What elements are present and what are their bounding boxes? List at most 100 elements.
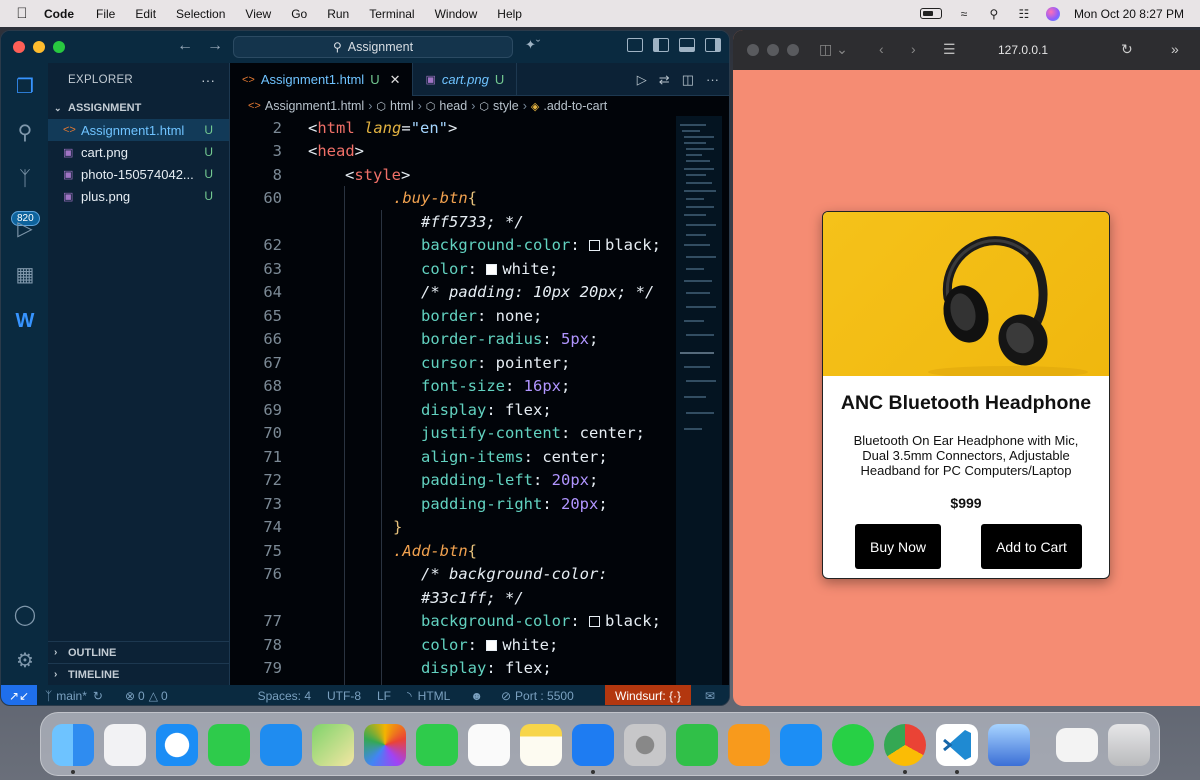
code-line[interactable]: 8 <style> [230, 163, 676, 187]
code-line[interactable]: #33c1ff; */ [230, 586, 676, 610]
menu-selection[interactable]: Selection [176, 7, 225, 21]
settings-gear-icon[interactable]: ⚙ [13, 649, 37, 673]
code-line[interactable]: 60 .buy-btn{ [230, 187, 676, 211]
minimize-window-button[interactable] [33, 41, 45, 53]
zoom-window-button[interactable] [787, 44, 799, 56]
launchpad-icon[interactable] [104, 724, 146, 766]
file-item-assignment1[interactable]: <> Assignment1.html U [48, 119, 229, 141]
split-editor-icon[interactable]: ◫ [682, 72, 694, 88]
code-line[interactable]: #ff5733; */ [230, 210, 676, 234]
address-bar[interactable]: 127.0.0.1 [933, 39, 1113, 61]
search-icon[interactable]: ⚲ [986, 8, 1002, 20]
code-line[interactable]: 67 cursor: pointer; [230, 351, 676, 375]
language-mode[interactable]: HTML [418, 689, 451, 703]
chrome-icon[interactable] [884, 724, 926, 766]
menu-help[interactable]: Help [497, 7, 522, 21]
close-tab-icon[interactable]: ✕ [390, 72, 401, 88]
error-count[interactable]: 0 [138, 689, 145, 703]
code-line[interactable]: 3 <head> [230, 140, 676, 164]
menu-run[interactable]: Run [327, 7, 349, 21]
pages-icon[interactable] [728, 724, 770, 766]
system-settings-icon[interactable] [624, 724, 666, 766]
minimap[interactable] [676, 116, 722, 685]
account-icon[interactable]: ◯ [13, 603, 37, 627]
app-store-icon[interactable] [780, 724, 822, 766]
windsurf-icon[interactable]: W [13, 309, 37, 333]
timeline-section[interactable]: › TIMELINE [48, 663, 230, 685]
notifications-icon[interactable]: ✉ [705, 689, 715, 703]
breadcrumb-item[interactable]: .add-to-cart [543, 99, 607, 113]
forward-arrow-icon[interactable]: › [911, 41, 916, 57]
vscode-icon[interactable] [936, 724, 978, 766]
file-item-cart[interactable]: ▣ cart.png U [48, 141, 229, 163]
code-line[interactable]: 62 background-color: black; [230, 234, 676, 258]
menu-go[interactable]: Go [291, 7, 307, 21]
eol-status[interactable]: LF [377, 689, 391, 703]
zoom-window-button[interactable] [53, 41, 65, 53]
code-line[interactable]: 73 padding-right: 20px; [230, 492, 676, 516]
encoding-status[interactable]: UTF-8 [327, 689, 361, 703]
reload-icon[interactable]: ↻ [1121, 41, 1133, 58]
workspace-section[interactable]: ⌄ ASSIGNMENT [48, 97, 229, 119]
forward-arrow-icon[interactable]: → [207, 37, 223, 55]
trash-icon[interactable] [1108, 724, 1150, 766]
more-actions-icon[interactable]: ··· [706, 72, 719, 88]
code-line[interactable]: 65 border: none; [230, 304, 676, 328]
wifi-icon[interactable]: ≈ [956, 8, 972, 20]
more-actions-icon[interactable]: ··· [201, 72, 215, 88]
sync-icon[interactable]: ↻ [93, 689, 103, 703]
menu-view[interactable]: View [245, 7, 271, 21]
close-window-button[interactable] [747, 44, 759, 56]
buy-now-button[interactable]: Buy Now [855, 524, 941, 569]
add-to-cart-button[interactable]: Add to Cart [981, 524, 1082, 569]
photos-icon[interactable] [364, 724, 406, 766]
file-item-plus[interactable]: ▣ plus.png U [48, 185, 229, 207]
sidebar-icon[interactable]: ◫ ⌄ [819, 41, 848, 58]
battery-icon[interactable] [919, 8, 942, 19]
branch-name[interactable]: main* [56, 689, 87, 703]
warning-count[interactable]: 0 [161, 689, 168, 703]
keynote-icon[interactable] [572, 724, 614, 766]
code-line[interactable]: 78 color: white; [230, 633, 676, 657]
code-line[interactable]: 75 .Add-btn{ [230, 539, 676, 563]
run-icon[interactable]: ▷ [637, 72, 647, 88]
code-line[interactable]: 76/* background-color: [230, 563, 676, 587]
code-line[interactable]: 66 border-radius: 5px; [230, 328, 676, 352]
code-line[interactable]: 71 align-items: center; [230, 445, 676, 469]
code-line[interactable]: 64/* padding: 10px 20px; */ [230, 281, 676, 305]
code-line[interactable]: 68 font-size: 16px; [230, 375, 676, 399]
menu-app-name[interactable]: Code [44, 7, 74, 21]
code-line[interactable]: 74} [230, 516, 676, 540]
preview-icon[interactable] [988, 724, 1030, 766]
breadcrumb-item[interactable]: style [493, 99, 519, 113]
toggle-panel-icon[interactable] [679, 38, 695, 52]
outline-section[interactable]: › OUTLINE [48, 641, 230, 663]
maps-icon[interactable] [312, 724, 354, 766]
breadcrumb-item[interactable]: Assignment1.html [265, 99, 364, 113]
color-swatch[interactable] [486, 639, 498, 651]
code-line[interactable]: 69 display: flex; [230, 398, 676, 422]
toggle-primary-sidebar-icon[interactable] [653, 38, 669, 52]
code-line[interactable]: 2 <html lang="en"> [230, 116, 676, 140]
code-line[interactable]: 72 padding-left: 20px; [230, 469, 676, 493]
customize-layout-icon[interactable] [627, 38, 643, 52]
menu-file[interactable]: File [96, 7, 115, 21]
facetime-icon[interactable] [416, 724, 458, 766]
back-arrow-icon[interactable]: ← [177, 37, 193, 55]
search-icon[interactable]: ⚲ [13, 121, 37, 145]
code-line[interactable]: 63 color: white; [230, 257, 676, 281]
numbers-icon[interactable] [676, 724, 718, 766]
clock[interactable]: Mon Oct 20 8:27 PM [1074, 7, 1184, 21]
breadcrumb-item[interactable]: html [390, 99, 414, 113]
control-center-icon[interactable]: ☷ [1016, 8, 1032, 20]
explorer-icon[interactable]: ❐ [13, 75, 37, 99]
color-swatch[interactable] [486, 263, 498, 275]
compare-icon[interactable]: ⇄ [659, 72, 670, 88]
code-editor[interactable]: 2 <html lang="en"> 3 <head> 8 <style> 60 .bu… [230, 116, 676, 685]
apple-icon[interactable]:  [0, 5, 44, 22]
copilot-icon[interactable]: ✦ˇ [525, 37, 540, 53]
run-debug-icon[interactable]: ▷ [13, 217, 37, 241]
breadcrumb-item[interactable]: head [439, 99, 467, 113]
code-line[interactable]: 77 background-color: black; [230, 610, 676, 634]
close-window-button[interactable] [13, 41, 25, 53]
